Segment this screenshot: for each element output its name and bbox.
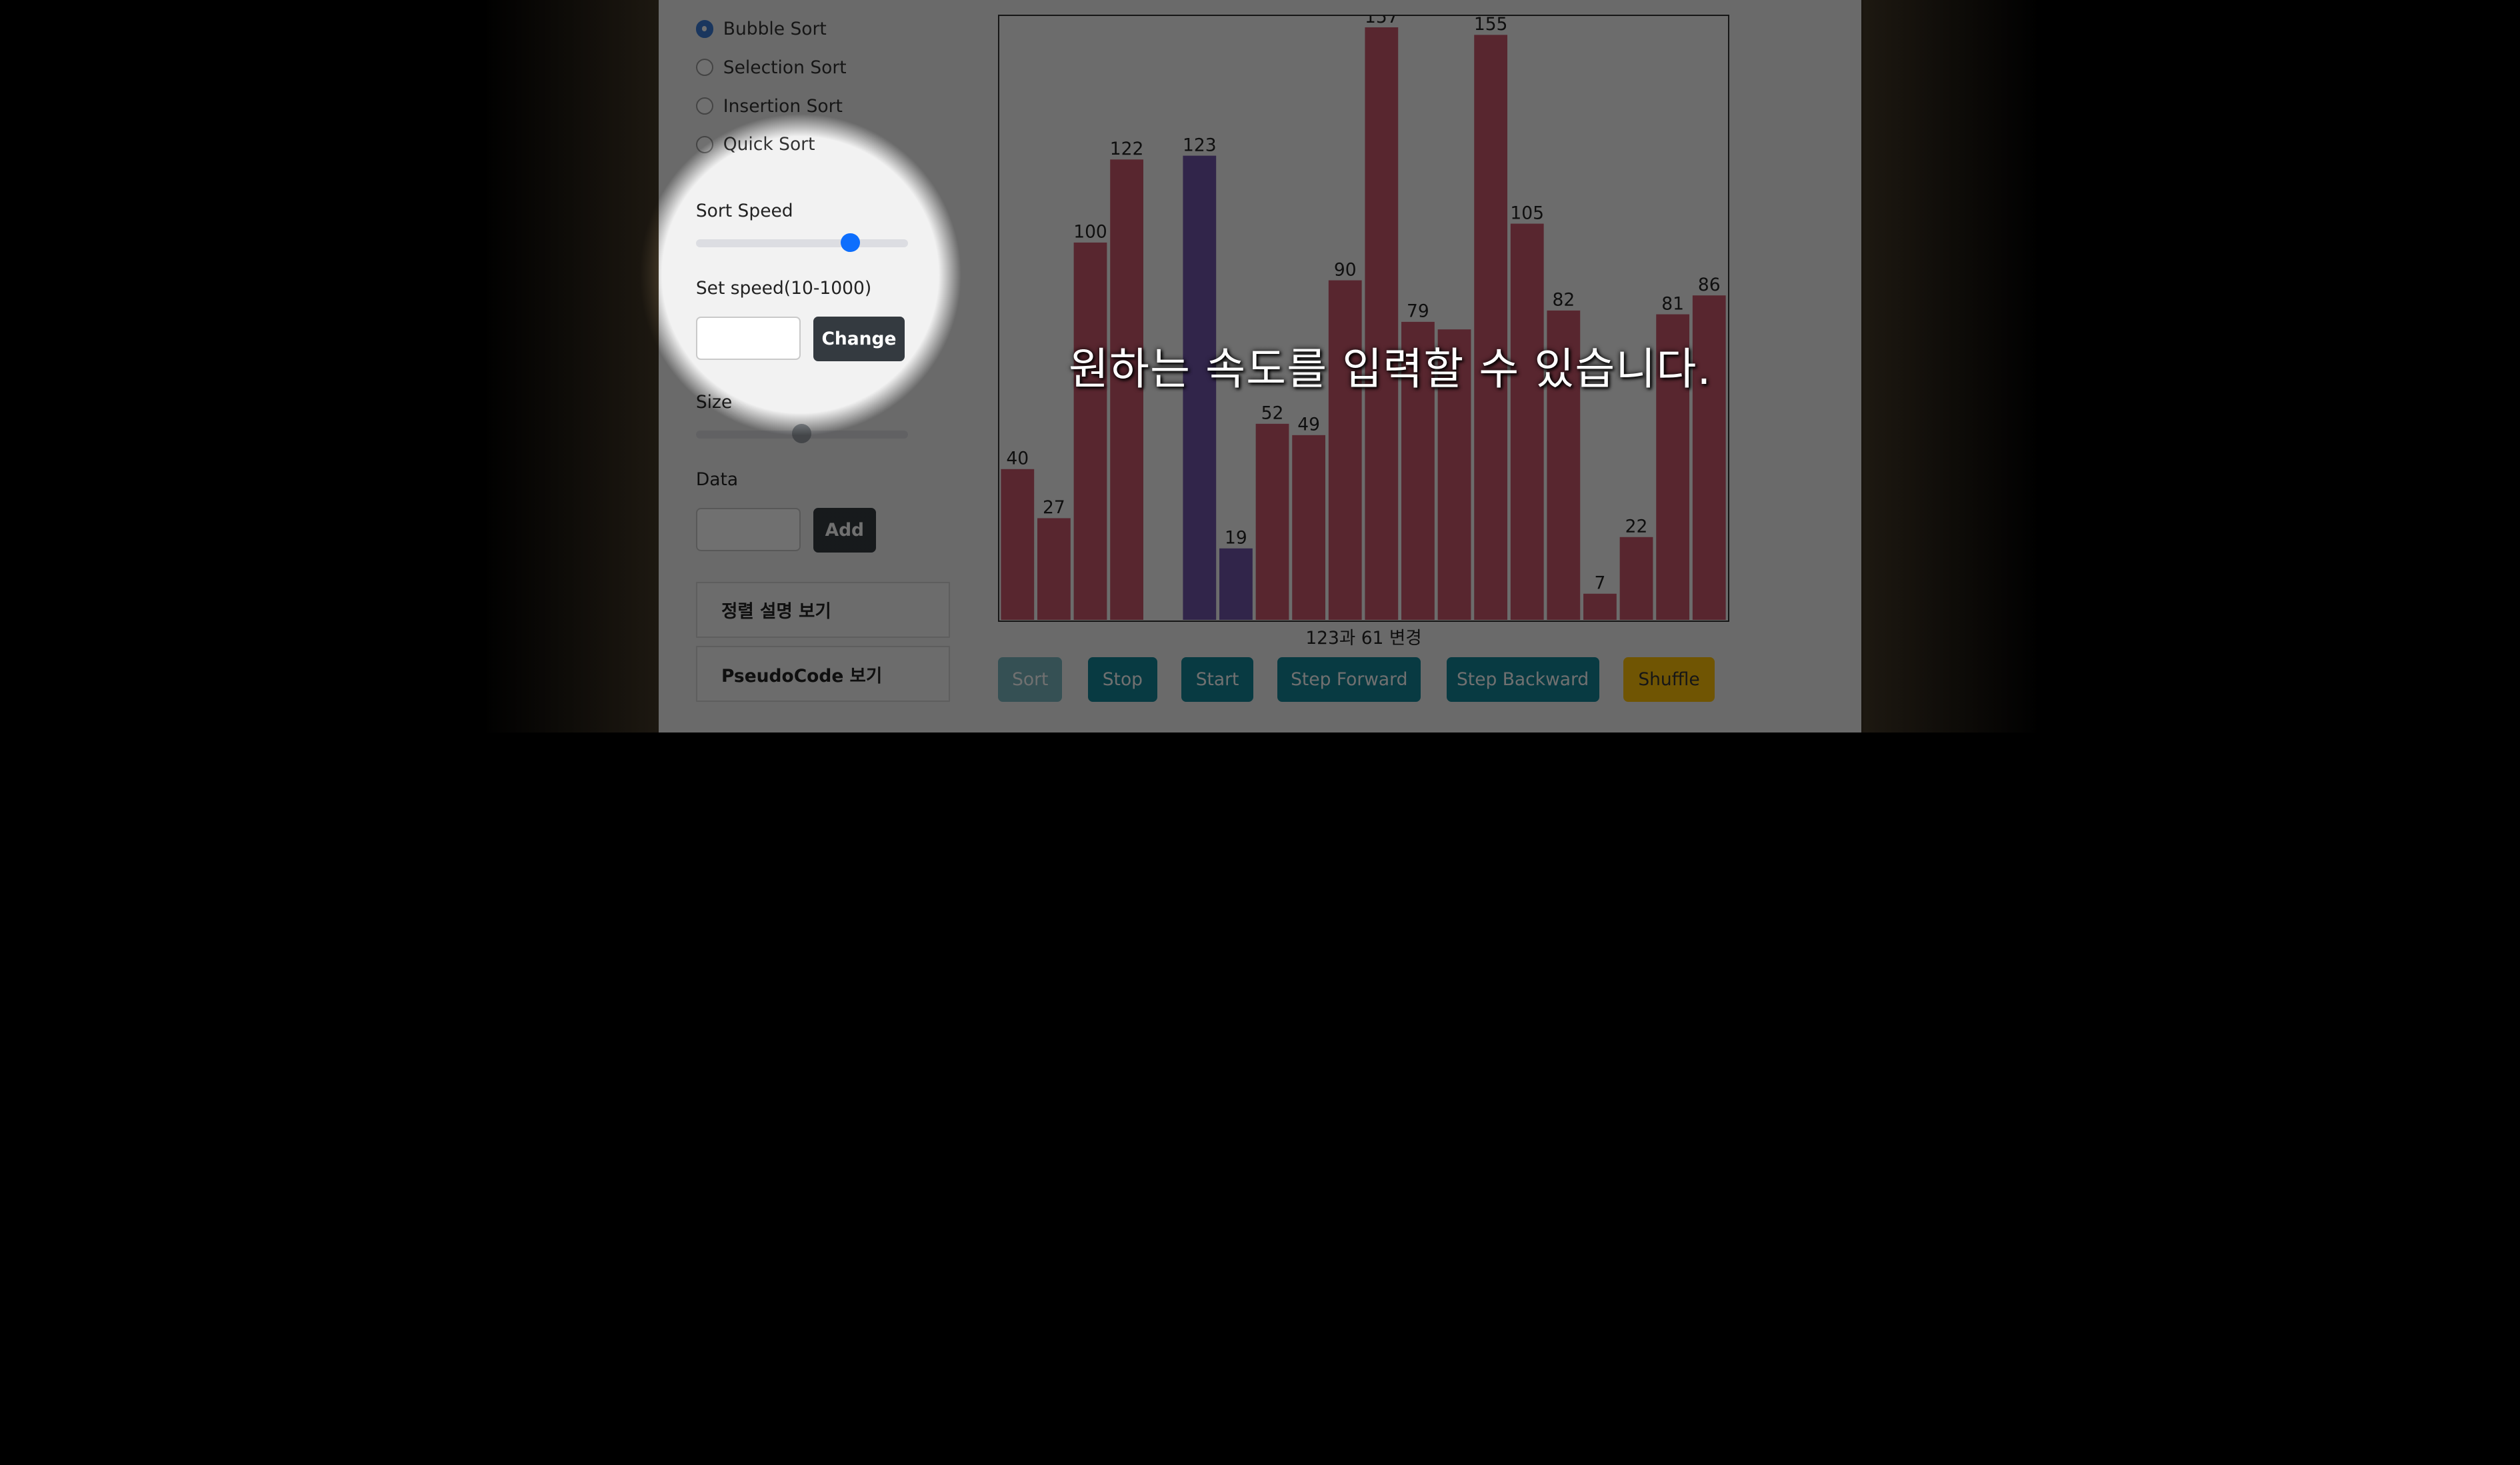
bar-value-label: 79 <box>1407 301 1429 321</box>
bar-value-label: 122 <box>1110 139 1144 159</box>
sort-speed-label: Sort Speed <box>695 201 793 222</box>
sort-speed-slider[interactable] <box>695 233 909 253</box>
bar <box>1365 27 1399 621</box>
bar <box>1510 223 1544 621</box>
video-frame: Bubble Sort Selection Sort Insertion Sor… <box>0 0 2520 733</box>
radio-dot-icon <box>695 20 714 38</box>
bar-value-label: 7 <box>1595 573 1606 593</box>
bar <box>1001 469 1035 621</box>
radio-dot-icon <box>695 97 714 115</box>
bar-value-label: 155 <box>1474 16 1508 35</box>
radio-label: Insertion Sort <box>723 95 843 117</box>
bar-value-label: 52 <box>1261 403 1284 423</box>
radio-dot-icon <box>695 135 714 154</box>
stop-button[interactable]: Stop <box>1088 657 1157 703</box>
radio-dot-icon <box>695 58 714 77</box>
bar <box>1073 242 1107 621</box>
slider-thumb[interactable] <box>792 424 812 444</box>
bar <box>1292 435 1326 621</box>
bar <box>1619 537 1653 621</box>
data-label: Data <box>695 469 739 490</box>
step-backward-button[interactable]: Step Backward <box>1446 657 1599 703</box>
bar <box>1328 280 1362 621</box>
radio-label: Selection Sort <box>723 57 847 78</box>
radio-selection-sort[interactable]: Selection Sort <box>695 55 847 81</box>
sort-button[interactable]: Sort <box>998 657 1063 703</box>
size-label: Size <box>695 392 733 413</box>
video-subtitle: 원하는 속도를 입력할 수 있습니다. <box>1068 345 1712 395</box>
add-button[interactable]: Add <box>813 507 876 553</box>
bar-value-label: 157 <box>1365 16 1399 27</box>
bar-value-label: 81 <box>1661 293 1684 314</box>
pseudocode-toggle[interactable]: PseudoCode 보기 <box>695 646 950 703</box>
radio-insertion-sort[interactable]: Insertion Sort <box>695 93 843 119</box>
bar <box>1474 35 1508 621</box>
size-slider[interactable] <box>695 424 909 444</box>
bar-value-label: 40 <box>1006 448 1029 469</box>
slider-thumb[interactable] <box>840 233 860 253</box>
bar-value-label: 100 <box>1073 221 1107 242</box>
bar-value-label: 105 <box>1510 203 1544 223</box>
radio-label: Bubble Sort <box>723 18 827 39</box>
status-caption: 123과 61 변경 <box>1305 628 1422 649</box>
speed-input[interactable] <box>695 316 801 360</box>
step-forward-button[interactable]: Step Forward <box>1277 657 1421 703</box>
bar-chart: 40 27 100 122 123 19 52 49 90 157 79 155 105 82 7 22 81 8… <box>998 14 1729 622</box>
bars-svg: 40 27 100 122 123 19 52 49 90 157 79 155 105 82 7 22 81 8… <box>1001 16 1726 621</box>
radio-quick-sort[interactable]: Quick Sort <box>695 132 815 158</box>
bar-value-label: 22 <box>1625 516 1648 537</box>
radio-label: Quick Sort <box>723 134 815 155</box>
bar <box>1219 548 1253 621</box>
bar-value-label: 27 <box>1043 497 1065 518</box>
radio-bubble-sort[interactable]: Bubble Sort <box>695 16 827 42</box>
change-button[interactable]: Change <box>813 316 905 362</box>
data-input[interactable] <box>695 507 801 551</box>
bar-value-label: 49 <box>1297 414 1320 435</box>
start-button[interactable]: Start <box>1181 657 1254 703</box>
bar <box>1583 593 1617 621</box>
sort-explanation-toggle[interactable]: 정렬 설명 보기 <box>695 581 950 639</box>
shuffle-button[interactable]: Shuffle <box>1623 657 1715 703</box>
bar <box>1255 423 1289 621</box>
bar-value-label: 90 <box>1334 259 1357 280</box>
bar-value-label: 86 <box>1698 275 1721 295</box>
bar-value-label: 82 <box>1553 289 1575 310</box>
bar <box>1037 518 1071 621</box>
bar-value-label: 123 <box>1183 135 1217 155</box>
bar-value-label: 19 <box>1225 527 1247 548</box>
set-speed-label: Set speed(10-1000) <box>695 278 872 299</box>
